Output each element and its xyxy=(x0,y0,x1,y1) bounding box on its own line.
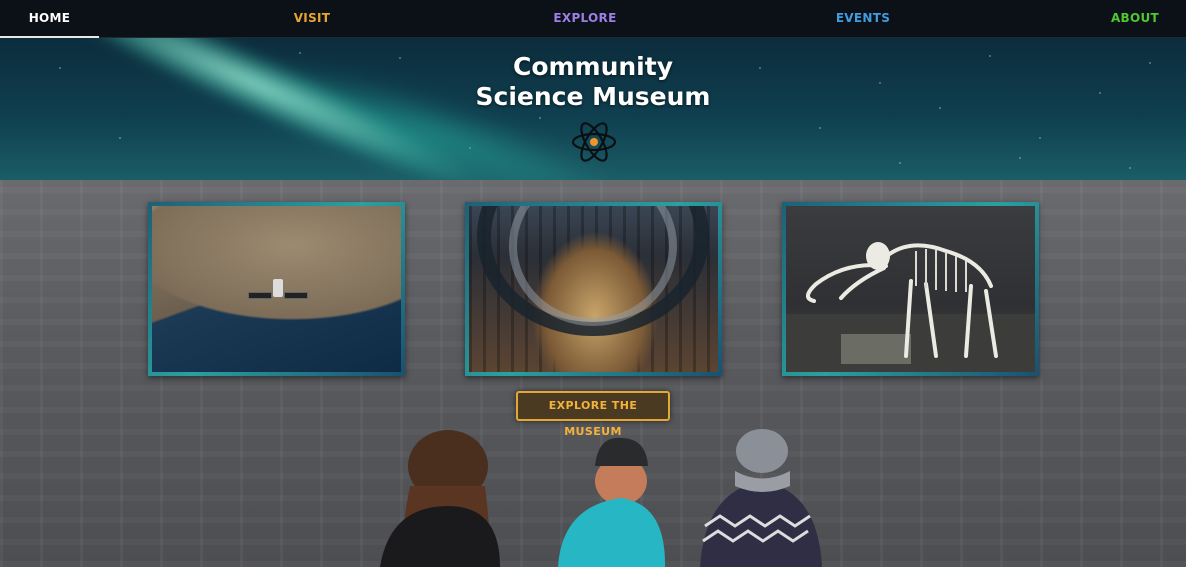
satellite-panel-left xyxy=(248,292,272,299)
site-title: Community Science Museum xyxy=(0,52,1186,112)
title-line-1: Community xyxy=(512,52,674,81)
mammoth-image xyxy=(786,206,1035,372)
satellite-panel-right xyxy=(284,292,308,299)
main-nav: HOME VISIT EXPLORE EVENTS ABOUT xyxy=(0,0,1186,38)
museum-hall-image xyxy=(469,206,718,372)
nav-events[interactable]: EVENTS xyxy=(823,0,903,38)
nav-visit[interactable]: VISIT xyxy=(272,0,352,38)
explore-museum-button[interactable]: EXPLORE THE MUSEUM xyxy=(516,391,670,438)
nav-explore[interactable]: EXPLORE xyxy=(543,0,627,38)
nav-about[interactable]: ABOUT xyxy=(1100,0,1170,38)
card-mammoth[interactable] xyxy=(782,202,1039,376)
mammoth-skeleton-icon xyxy=(786,242,1035,372)
title-line-2: Science Museum xyxy=(475,82,711,111)
satellite-body xyxy=(273,279,283,297)
visitors-photo xyxy=(380,429,822,567)
card-space[interactable] xyxy=(148,202,405,376)
atom-icon xyxy=(571,122,617,162)
satellite-image xyxy=(152,206,401,372)
card-museum-hall[interactable] xyxy=(465,202,722,376)
hero-banner: Community Science Museum xyxy=(0,38,1186,180)
nav-home[interactable]: HOME xyxy=(0,0,99,38)
